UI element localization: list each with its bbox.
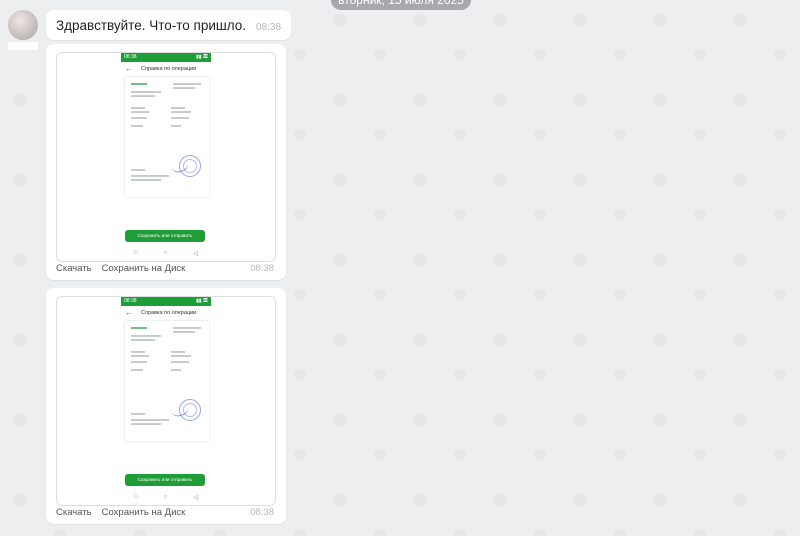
recent-apps-icon: □ (134, 250, 138, 256)
arrow-left-icon: ← (125, 64, 133, 73)
save-to-disk-link[interactable]: Сохранить на Диск (102, 263, 186, 274)
recent-apps-icon: □ (134, 494, 138, 500)
avatar[interactable] (8, 10, 38, 40)
phone-screen-title: Справка по операции (141, 66, 197, 72)
back-icon: ◁ (193, 250, 198, 257)
image-preview[interactable]: 08:38 ▮▮ 〓 ← Справка по операции Сохрани… (56, 296, 276, 506)
message-text: Здравствуйте. Что-то пришло. (56, 17, 247, 33)
phone-status-time: 08:38 (124, 54, 137, 60)
phone-status-icons: ▮▮ 〓 (196, 54, 208, 60)
attachment-time: 08:38 (250, 263, 274, 274)
phone-status-bar: 08:38 ▮▮ 〓 (121, 53, 211, 62)
attachment-time: 08:38 (250, 507, 274, 518)
arrow-left-icon: ← (125, 308, 133, 317)
phone-screen-title: Справка по операции (141, 310, 197, 316)
phone-status-time: 08:38 (124, 298, 137, 304)
phone-save-button: Сохранить или отправить (125, 474, 205, 486)
download-link[interactable]: Скачать (56, 507, 92, 518)
receipt-document (125, 77, 209, 197)
home-icon: ○ (163, 250, 168, 256)
image-preview[interactable]: 08:38 ▮▮ 〓 ← Справка по операции Сохрани… (56, 52, 276, 262)
receipt-document (125, 321, 209, 441)
image-attachment: 08:38 ▮▮ 〓 ← Справка по операции Сохрани… (46, 44, 286, 280)
attachment-actions: Скачать Сохранить на Диск 08:38 (56, 263, 274, 274)
message-time: 08:38 (256, 21, 282, 33)
save-to-disk-link[interactable]: Сохранить на Диск (102, 507, 186, 518)
avatar-name-label (8, 42, 38, 50)
phone-navbar: □ ○ ◁ (121, 247, 211, 259)
phone-status-bar: 08:38 ▮▮ 〓 (121, 297, 211, 306)
home-icon: ○ (163, 494, 168, 500)
message-bubble: Здравствуйте. Что-то пришло. 08:38 (46, 10, 292, 40)
download-link[interactable]: Скачать (56, 263, 92, 274)
phone-screenshot: 08:38 ▮▮ 〓 ← Справка по операции Сохрани… (121, 53, 211, 259)
phone-save-button: Сохранить или отправить (125, 230, 205, 242)
image-attachment: 08:38 ▮▮ 〓 ← Справка по операции Сохрани… (46, 288, 286, 524)
phone-status-icons: ▮▮ 〓 (196, 298, 208, 304)
phone-screen-header: ← Справка по операции (121, 306, 211, 320)
attachment-actions: Скачать Сохранить на Диск 08:38 (56, 507, 274, 518)
back-icon: ◁ (193, 494, 198, 501)
phone-screenshot: 08:38 ▮▮ 〓 ← Справка по операции Сохрани… (121, 297, 211, 503)
phone-navbar: □ ○ ◁ (121, 491, 211, 503)
date-separator: вторник, 15 июля 2025 (331, 0, 471, 10)
phone-screen-header: ← Справка по операции (121, 62, 211, 76)
